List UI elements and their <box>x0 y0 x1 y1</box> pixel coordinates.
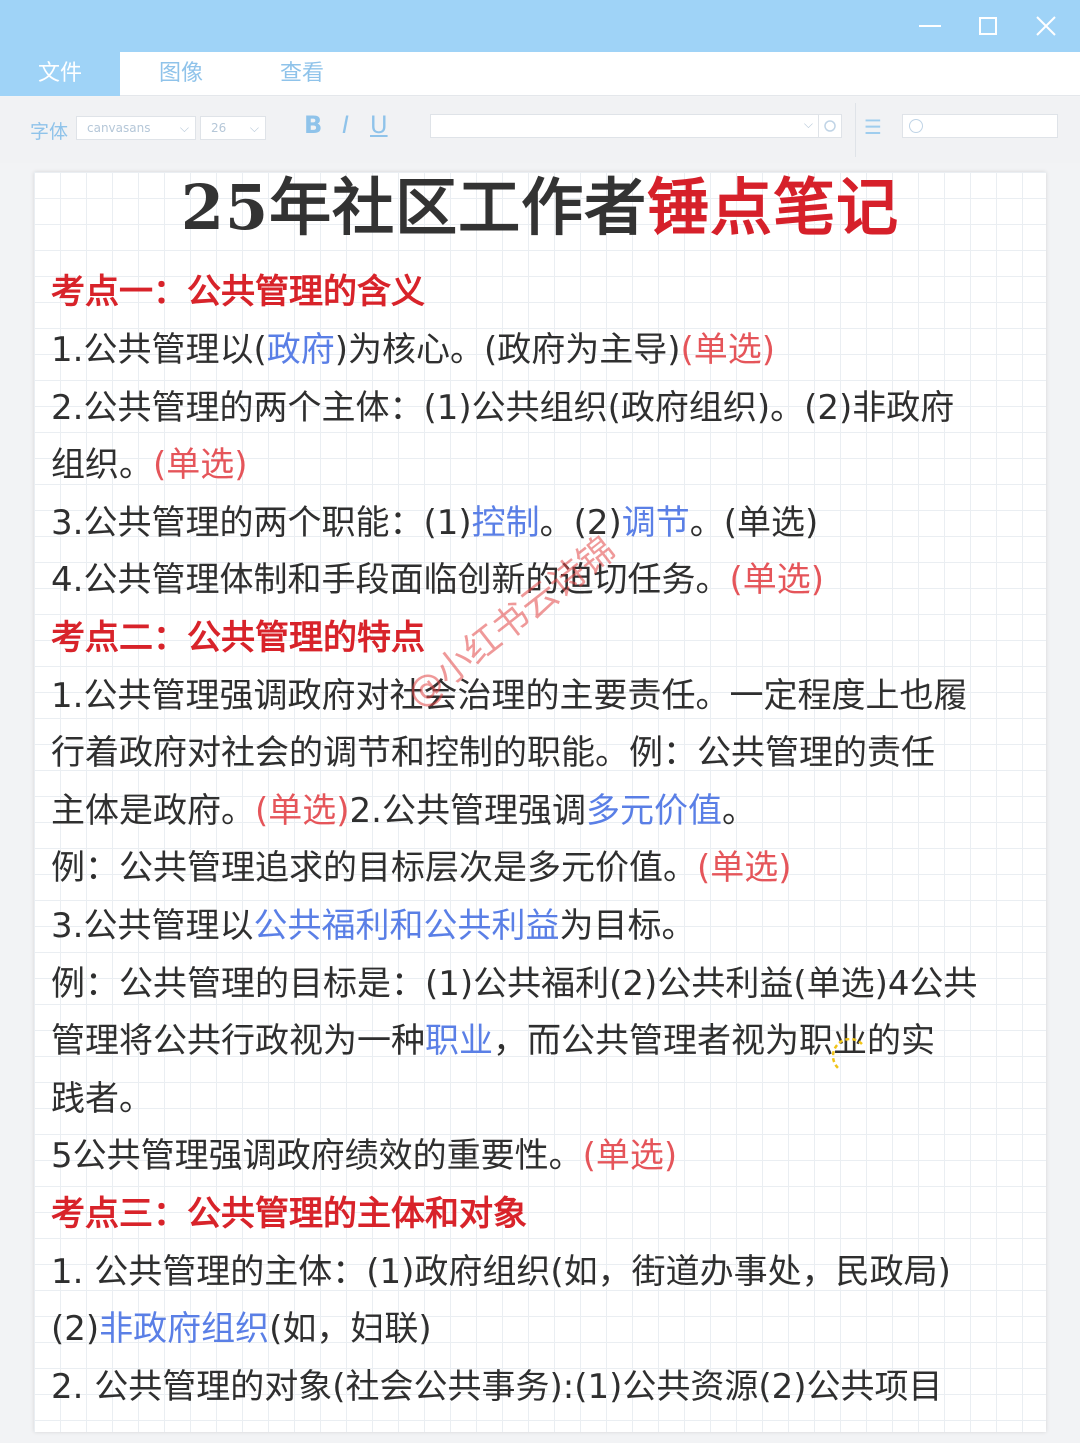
text-run: 3.公共管理的两个职能：(1) <box>51 503 472 543</box>
close-icon[interactable] <box>1028 8 1064 44</box>
font-family-value: canvasans <box>87 121 151 135</box>
text-line: 2. 公共管理的对象(社会公共事务):(1)公共资源(2)公共项目 <box>51 1367 943 1407</box>
text-run: )为核心。(政府为主导) <box>334 330 681 370</box>
menu-file[interactable]: 文件 <box>0 52 120 96</box>
text-run: 为目标。 <box>559 906 696 946</box>
section-heading-1: 考点一：公共管理的含义 <box>51 272 425 312</box>
text-run: 主体是政府。 <box>51 791 255 831</box>
text-line: 4.公共管理体制和手段面临创新的迫切任务。(单选) <box>51 558 824 602</box>
text-run: 例：公共管理追求的目标层次是多元价值。 <box>51 848 697 888</box>
text-run: 2.公共管理的两个主体：(1)公共组织(政府组织)。(2)非政府 <box>51 388 955 428</box>
text-line: 1. 公共管理的主体：(1)政府组织(如，街道办事处，民政局) <box>51 1252 951 1292</box>
text-line: 例：公共管理的目标是：(1)公共福利(2)公共利益(单选)4公共 <box>51 964 978 1004</box>
style-select[interactable]: ⌵ <box>430 114 822 138</box>
text-run: 。(单选) <box>689 503 819 543</box>
text-line: 1.公共管理强调政府对社会治理的主要责任。一定程度上也履 <box>51 676 968 716</box>
loading-cursor-icon <box>832 1038 863 1069</box>
question-type-tag: (单选) <box>153 445 248 485</box>
maximize-icon[interactable] <box>970 8 1006 44</box>
refresh-icon[interactable] <box>818 114 842 138</box>
text-line: 3.公共管理以公共福利和公共利益为目标。 <box>51 904 695 948</box>
question-type-tag: (单选) <box>697 848 792 888</box>
chevron-down-icon: ⌵ <box>803 117 813 131</box>
text-run: (如，妇联) <box>269 1309 432 1349</box>
bold-button[interactable]: B <box>304 111 322 139</box>
underline-button[interactable]: U <box>370 111 388 139</box>
chevron-down-icon: ⌵ <box>249 121 259 135</box>
question-type-tag: (单选) <box>255 791 350 831</box>
font-family-select[interactable]: canvasans ⌵ <box>76 116 196 140</box>
text-run: 。 <box>721 791 756 831</box>
text-line: 5公共管理强调政府绩效的重要性。(单选) <box>51 1134 677 1178</box>
font-label: 字体 <box>30 121 69 143</box>
text-line: 行着政府对社会的调节和控制的职能。例：公共管理的责任 <box>51 733 935 773</box>
question-type-tag: (单选) <box>582 1136 678 1176</box>
title-highlight: 锤点笔记 <box>647 172 900 244</box>
search-icon <box>909 119 923 133</box>
text-line: 3.公共管理的两个职能：(1)控制。(2)调节。(单选) <box>51 501 818 545</box>
keyword: 控制 <box>471 503 540 543</box>
text-run: 4.公共管理体制和手段面临创新的迫切任务。 <box>51 560 730 600</box>
keyword: 调节 <box>621 503 690 543</box>
section-heading-3: 考点三：公共管理的主体和对象 <box>51 1194 527 1234</box>
search-input[interactable] <box>902 114 1058 138</box>
text-run: 1.公共管理以( <box>51 330 267 370</box>
question-type-tag: (单选) <box>729 560 824 600</box>
chevron-down-icon: ⌵ <box>179 121 189 135</box>
menu-image[interactable]: 图像 <box>121 52 241 96</box>
section-heading-2: 考点二：公共管理的特点 <box>51 618 425 658</box>
question-type-tag: (单选) <box>680 330 776 370</box>
toolbar-divider <box>855 103 856 157</box>
title-bar <box>0 0 1080 52</box>
text-line: 例：公共管理追求的目标层次是多元价值。(单选) <box>51 846 792 890</box>
italic-button[interactable]: I <box>342 111 349 139</box>
text-line: 组织。(单选) <box>51 443 248 487</box>
keyword: 非政府组织 <box>99 1309 270 1349</box>
keyword: 多元价值 <box>585 791 722 831</box>
keyword: 职业 <box>425 1021 493 1061</box>
font-size-value: 26 <box>211 121 227 135</box>
font-size-select[interactable]: 26 ⌵ <box>200 116 266 140</box>
text-line: 管理将公共行政视为一种职业，而公共管理者视为职业的实 <box>51 1019 935 1063</box>
minimize-icon[interactable] <box>912 8 948 44</box>
text-run: 管理将公共行政视为一种 <box>51 1021 425 1061</box>
text-run: 组织。 <box>51 445 153 485</box>
text-run: (2) <box>51 1309 100 1349</box>
keyword: 公共福利和公共利益 <box>253 906 560 946</box>
title-main: 25年社区工作者 <box>180 172 648 244</box>
document-page[interactable]: 25年社区工作者锤点笔记 考点一：公共管理的含义 1.公共管理以(政府)为核心。… <box>34 172 1046 1432</box>
menu-view[interactable]: 查看 <box>242 52 362 96</box>
text-run: 2.公共管理强调 <box>349 791 586 831</box>
menu-bar: 文件 图像 查看 <box>0 52 1080 96</box>
list-icon[interactable]: ☰ <box>864 115 882 139</box>
text-line: 1.公共管理以(政府)为核心。(政府为主导)(单选) <box>51 328 775 372</box>
text-line: (2)非政府组织(如，妇联) <box>51 1307 432 1351</box>
keyword: 政府 <box>266 330 335 370</box>
page-title: 25年社区工作者锤点笔记 <box>34 174 1046 242</box>
text-line: 主体是政府。(单选)2.公共管理强调多元价值。 <box>51 789 756 833</box>
text-run: 3.公共管理以 <box>51 906 254 946</box>
text-line: 践者。 <box>51 1079 153 1119</box>
text-run: 5公共管理强调政府绩效的重要性。 <box>51 1136 583 1176</box>
text-line: 2.公共管理的两个主体：(1)公共组织(政府组织)。(2)非政府 <box>51 386 954 430</box>
toolbar: 字体 canvasans ⌵ 26 ⌵ B I U ⌵ ☰ <box>0 97 1080 163</box>
